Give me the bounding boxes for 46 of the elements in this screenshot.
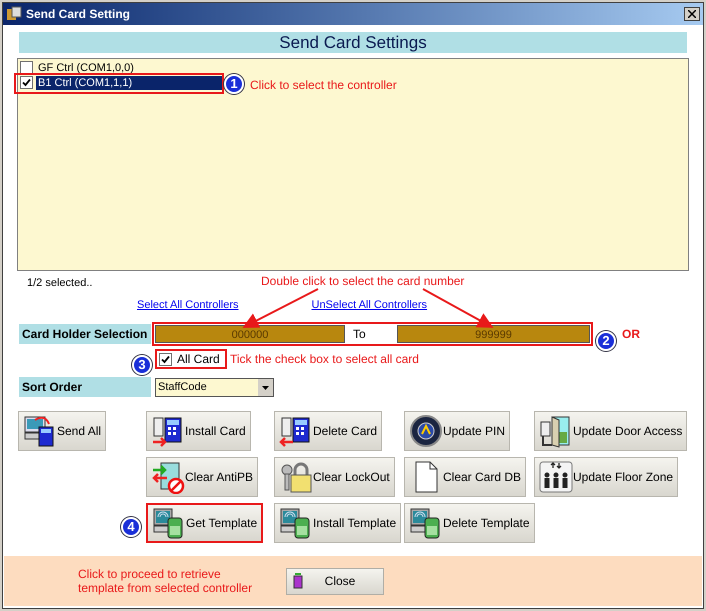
controller-item[interactable]: B1 Ctrl (COM1,1,1) (36, 76, 224, 90)
checkmark-icon (161, 354, 170, 364)
select-link[interactable]: Select All Controllers (137, 297, 238, 313)
door-no-entry-icon (151, 460, 185, 494)
all-card-checkbox[interactable]: All Card (155, 349, 227, 369)
annotation-note: Click to select the controller (250, 77, 397, 94)
checkmark-icon (22, 78, 31, 87)
step-badge: 1 (224, 74, 244, 94)
selection-count: 1/2 selected.. (27, 276, 92, 291)
action-button[interactable]: Update Door Access (534, 411, 688, 451)
window-title: Send Card Setting (26, 6, 132, 23)
action-button[interactable]: Get Template (146, 503, 264, 543)
action-button[interactable]: Install Template (274, 503, 402, 543)
checkbox[interactable] (159, 352, 172, 366)
section-header: Send Card Settings (19, 32, 687, 53)
app-icon (6, 6, 22, 22)
field-label: Card Holder Selection (19, 324, 151, 344)
action-button[interactable]: Delete Template (404, 503, 534, 543)
controller-item[interactable]: GF Ctrl (COM1,0,0) (36, 60, 224, 74)
annotation-note: Double click to select the card number (261, 273, 464, 290)
step-badge: 3 (132, 355, 152, 375)
step-badge: 2 (596, 331, 616, 351)
checkbox[interactable] (20, 76, 33, 89)
people-icon (539, 460, 573, 494)
step-badge: 4 (121, 517, 141, 537)
action-button[interactable]: Clear Card DB (404, 457, 526, 497)
close-icon (688, 10, 696, 18)
action-button[interactable]: Clear AntiPB (146, 457, 258, 497)
checkbox[interactable] (20, 61, 33, 74)
padlock-keys-icon (279, 460, 313, 494)
close-button[interactable]: Close (286, 568, 384, 594)
field-label: Sort Order (19, 377, 151, 397)
annotation-note: Click to proceed to retrieve template from selected controller (78, 567, 254, 595)
action-button[interactable]: Send All (18, 411, 106, 451)
exit-icon (293, 573, 303, 589)
annotation-note: Tick the check box to select all card (230, 351, 419, 368)
action-button[interactable]: Delete Card (274, 411, 382, 451)
select-link[interactable]: UnSelect All Controllers (312, 297, 428, 313)
action-button[interactable]: Update Floor Zone (534, 457, 678, 497)
or-note: OR (622, 326, 640, 343)
close-button[interactable] (684, 7, 700, 21)
dial-icon (409, 414, 443, 448)
sort-order-dropdown[interactable]: StaffCode (155, 378, 274, 396)
action-button[interactable]: Clear LockOut (274, 457, 395, 497)
action-button[interactable]: Update PIN (404, 411, 510, 451)
action-button[interactable]: Install Card (146, 411, 251, 451)
